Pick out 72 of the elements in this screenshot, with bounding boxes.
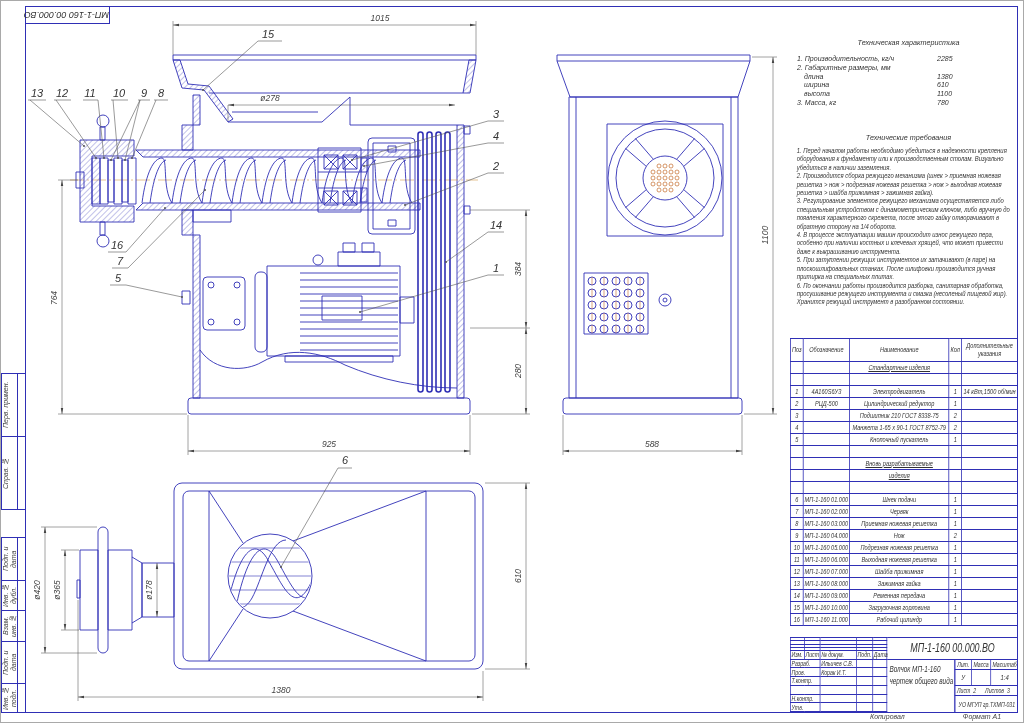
callout-number: 6 bbox=[341, 454, 349, 466]
round-button-icon bbox=[599, 324, 609, 334]
dimension-label: ø278 bbox=[260, 93, 280, 103]
round-button-icon bbox=[587, 288, 597, 298]
document-code: МП-1-160 00.000.ВО bbox=[887, 638, 1018, 660]
callout-number: 14 bbox=[489, 219, 503, 231]
round-button-icon bbox=[635, 288, 645, 298]
dimension-label: ø365 bbox=[52, 580, 62, 600]
dimension-label: 384 bbox=[513, 261, 523, 277]
drawing-code-stamp: МП-1-160 00.000.ВО bbox=[26, 7, 110, 24]
cuff-seal bbox=[360, 157, 368, 203]
round-button-icon bbox=[599, 300, 609, 310]
knife bbox=[121, 159, 129, 203]
round-button-icon bbox=[587, 276, 597, 286]
dimension-label: 280 bbox=[513, 363, 523, 379]
callout-number: 7 bbox=[116, 255, 124, 267]
drawing-title: Волчок МП-1-160 bbox=[889, 663, 942, 675]
callout-number: 15 bbox=[261, 28, 275, 40]
round-button-icon bbox=[635, 276, 645, 286]
callout-number: 3 bbox=[492, 108, 500, 120]
callout-number: 12 bbox=[55, 87, 69, 99]
callout-number: 10 bbox=[112, 87, 126, 99]
round-button-icon bbox=[635, 312, 645, 322]
drawing-subtitle: чертеж общего вида bbox=[889, 675, 954, 687]
round-button-icon bbox=[599, 288, 609, 298]
scale-value: 1:4 bbox=[990, 669, 1018, 686]
callout-number: 4 bbox=[492, 130, 500, 142]
output-grid bbox=[99, 157, 109, 205]
dimension-label: 610 bbox=[513, 568, 523, 584]
callout-number: 13 bbox=[30, 87, 44, 99]
subcutting-grid bbox=[113, 157, 123, 205]
dimension-label: ø178 bbox=[144, 580, 154, 600]
round-button-icon bbox=[611, 288, 621, 298]
round-button-icon bbox=[599, 312, 609, 322]
round-button-icon bbox=[611, 312, 621, 322]
dimension-label: 764 bbox=[49, 290, 59, 306]
dimension-label: 1015 bbox=[370, 13, 390, 23]
receiving-grid bbox=[127, 157, 137, 205]
leader-line bbox=[131, 99, 169, 159]
round-button-icon bbox=[587, 300, 597, 310]
callout-number: 1 bbox=[492, 262, 500, 274]
dimension-label: 1100 bbox=[760, 225, 770, 245]
round-button-icon bbox=[587, 324, 597, 334]
push-button-starter bbox=[181, 276, 246, 331]
dimension-label: 925 bbox=[321, 439, 337, 449]
dimension-label: 1380 bbox=[271, 685, 291, 695]
pressure-washer bbox=[91, 157, 101, 205]
round-button-icon bbox=[611, 300, 621, 310]
callout-number: 8 bbox=[157, 87, 165, 99]
round-button-icon bbox=[611, 276, 621, 286]
round-button-icon bbox=[635, 324, 645, 334]
leader-line bbox=[445, 231, 505, 263]
knife bbox=[107, 159, 115, 203]
bearing-housing bbox=[317, 147, 362, 213]
round-button-icon bbox=[611, 324, 621, 334]
round-button-icon bbox=[623, 300, 633, 310]
round-knob-icon bbox=[658, 293, 672, 307]
callout-number: 11 bbox=[84, 87, 96, 99]
callout-number: 16 bbox=[110, 239, 124, 251]
button-panel bbox=[583, 272, 649, 335]
round-button-icon bbox=[623, 276, 633, 286]
round-button-icon bbox=[623, 312, 633, 322]
callout-number: 2 bbox=[492, 160, 500, 172]
callout-number: 9 bbox=[140, 87, 148, 99]
round-button-icon bbox=[623, 324, 633, 334]
round-button-icon bbox=[587, 312, 597, 322]
round-button-icon bbox=[623, 288, 633, 298]
callout-number: 5 bbox=[114, 272, 122, 284]
round-button-icon bbox=[635, 300, 645, 310]
dimension-label: ø420 bbox=[32, 580, 42, 600]
round-button-icon bbox=[599, 276, 609, 286]
dimension-label: 588 bbox=[644, 439, 660, 449]
